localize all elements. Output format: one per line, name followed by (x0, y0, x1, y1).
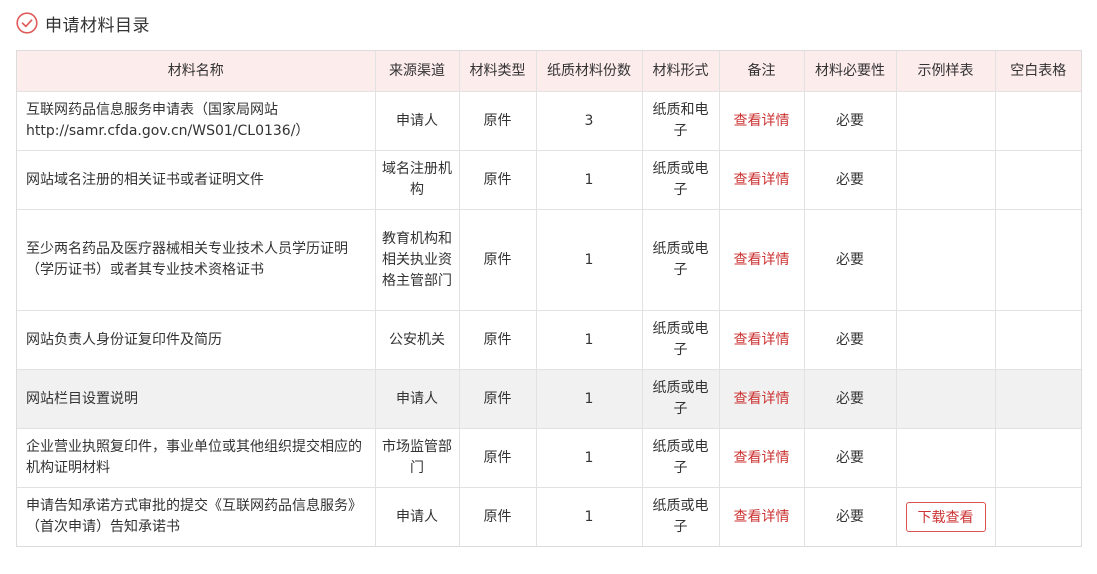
table-row: 申请告知承诺方式审批的提交《互联网药品信息服务》（首次申请）告知承诺书 申请人 … (17, 487, 1081, 547)
cell-copies: 1 (536, 369, 643, 429)
view-details-link[interactable]: 查看详情 (734, 252, 790, 268)
view-details-link[interactable]: 查看详情 (734, 450, 790, 466)
cell-necessity: 必要 (804, 91, 897, 151)
cell-form: 纸质或电子 (642, 310, 720, 370)
cell-necessity: 必要 (804, 310, 897, 370)
cell-source: 域名注册机构 (375, 150, 460, 210)
header-material-type: 材料类型 (459, 51, 537, 92)
materials-table: 材料名称 来源渠道 材料类型 纸质材料份数 材料形式 备注 材料必要性 示例样表… (17, 51, 1081, 546)
cell-blank (995, 91, 1081, 151)
view-details-link[interactable]: 查看详情 (734, 509, 790, 525)
table-row: 网站负责人身份证复印件及简历 公安机关 原件 1 纸质或电子 查看详情 必要 (17, 310, 1081, 370)
header-material-form: 材料形式 (642, 51, 720, 92)
cell-necessity: 必要 (804, 428, 897, 488)
cell-source: 公安机关 (375, 310, 460, 370)
materials-table-container: 材料名称 来源渠道 材料类型 纸质材料份数 材料形式 备注 材料必要性 示例样表… (16, 50, 1082, 547)
cell-remark: 查看详情 (719, 209, 805, 311)
cell-sample: 下载查看 (896, 487, 996, 546)
cell-material-name: 企业营业执照复印件，事业单位或其他组织提交相应的机构证明材料 (17, 428, 376, 488)
cell-sample (896, 209, 996, 311)
cell-sample (896, 150, 996, 210)
cell-remark: 查看详情 (719, 91, 805, 151)
header-blank-form: 空白表格 (995, 51, 1081, 92)
cell-type: 原件 (459, 369, 537, 429)
header-remark: 备注 (719, 51, 805, 92)
header-source-channel: 来源渠道 (375, 51, 460, 92)
table-header-row: 材料名称 来源渠道 材料类型 纸质材料份数 材料形式 备注 材料必要性 示例样表… (17, 51, 1081, 92)
table-row: 互联网药品信息服务申请表（国家局网站http://samr.cfda.gov.c… (17, 91, 1081, 151)
cell-material-name: 网站负责人身份证复印件及简历 (17, 310, 376, 370)
cell-copies: 1 (536, 310, 643, 370)
cell-copies: 3 (536, 91, 643, 151)
cell-necessity: 必要 (804, 487, 897, 546)
view-details-link[interactable]: 查看详情 (734, 391, 790, 407)
cell-material-name: 互联网药品信息服务申请表（国家局网站http://samr.cfda.gov.c… (17, 91, 376, 151)
cell-blank (995, 369, 1081, 429)
header-necessity: 材料必要性 (804, 51, 897, 92)
cell-copies: 1 (536, 428, 643, 488)
header-material-name: 材料名称 (17, 51, 376, 92)
cell-type: 原件 (459, 428, 537, 488)
cell-source: 市场监管部门 (375, 428, 460, 488)
cell-copies: 1 (536, 150, 643, 210)
cell-type: 原件 (459, 209, 537, 311)
cell-blank (995, 209, 1081, 311)
cell-type: 原件 (459, 310, 537, 370)
cell-remark: 查看详情 (719, 487, 805, 546)
cell-sample (896, 369, 996, 429)
cell-material-name: 至少两名药品及医疗器械相关专业技术人员学历证明（学历证书）或者其专业技术资格证书 (17, 209, 376, 311)
cell-material-name: 网站域名注册的相关证书或者证明文件 (17, 150, 376, 210)
cell-remark: 查看详情 (719, 428, 805, 488)
table-row: 网站域名注册的相关证书或者证明文件 域名注册机构 原件 1 纸质或电子 查看详情… (17, 150, 1081, 210)
cell-necessity: 必要 (804, 369, 897, 429)
cell-blank (995, 150, 1081, 210)
cell-remark: 查看详情 (719, 310, 805, 370)
table-row: 至少两名药品及医疗器械相关专业技术人员学历证明（学历证书）或者其专业技术资格证书… (17, 209, 1081, 311)
cell-type: 原件 (459, 150, 537, 210)
view-details-link[interactable]: 查看详情 (734, 113, 790, 129)
cell-blank (995, 488, 1081, 547)
cell-form: 纸质或电子 (642, 209, 720, 311)
cell-type: 原件 (459, 91, 537, 151)
cell-form: 纸质或电子 (642, 150, 720, 210)
cell-copies: 1 (536, 487, 643, 546)
section-header: 申请材料目录 (16, 10, 150, 36)
cell-blank (995, 428, 1081, 488)
cell-sample (896, 428, 996, 488)
cell-material-name: 网站栏目设置说明 (17, 369, 376, 429)
cell-blank (995, 310, 1081, 370)
cell-form: 纸质或电子 (642, 487, 720, 546)
section-title: 申请材料目录 (45, 15, 150, 36)
cell-remark: 查看详情 (719, 369, 805, 429)
cell-copies: 1 (536, 209, 643, 311)
table-row: 企业营业执照复印件，事业单位或其他组织提交相应的机构证明材料 市场监管部门 原件… (17, 428, 1081, 488)
header-sample-form: 示例样表 (896, 51, 996, 92)
cell-necessity: 必要 (804, 150, 897, 210)
cell-form: 纸质和电子 (642, 91, 720, 151)
check-circle-icon (16, 12, 38, 34)
cell-source: 申请人 (375, 369, 460, 429)
cell-necessity: 必要 (804, 209, 897, 311)
cell-sample (896, 91, 996, 151)
cell-source: 教育机构和相关执业资格主管部门 (375, 209, 460, 311)
cell-material-name: 申请告知承诺方式审批的提交《互联网药品信息服务》（首次申请）告知承诺书 (17, 487, 376, 546)
cell-form: 纸质或电子 (642, 428, 720, 488)
header-paper-copies: 纸质材料份数 (536, 51, 643, 92)
view-details-link[interactable]: 查看详情 (734, 172, 790, 188)
cell-type: 原件 (459, 487, 537, 546)
cell-sample (896, 310, 996, 370)
table-row-hovered: 网站栏目设置说明 申请人 原件 1 纸质或电子 查看详情 必要 (17, 369, 1081, 429)
download-view-button[interactable]: 下载查看 (905, 502, 986, 532)
cell-remark: 查看详情 (719, 150, 805, 210)
cell-source: 申请人 (375, 487, 460, 546)
cell-form: 纸质或电子 (642, 369, 720, 429)
view-details-link[interactable]: 查看详情 (734, 332, 790, 348)
cell-source: 申请人 (375, 91, 460, 151)
